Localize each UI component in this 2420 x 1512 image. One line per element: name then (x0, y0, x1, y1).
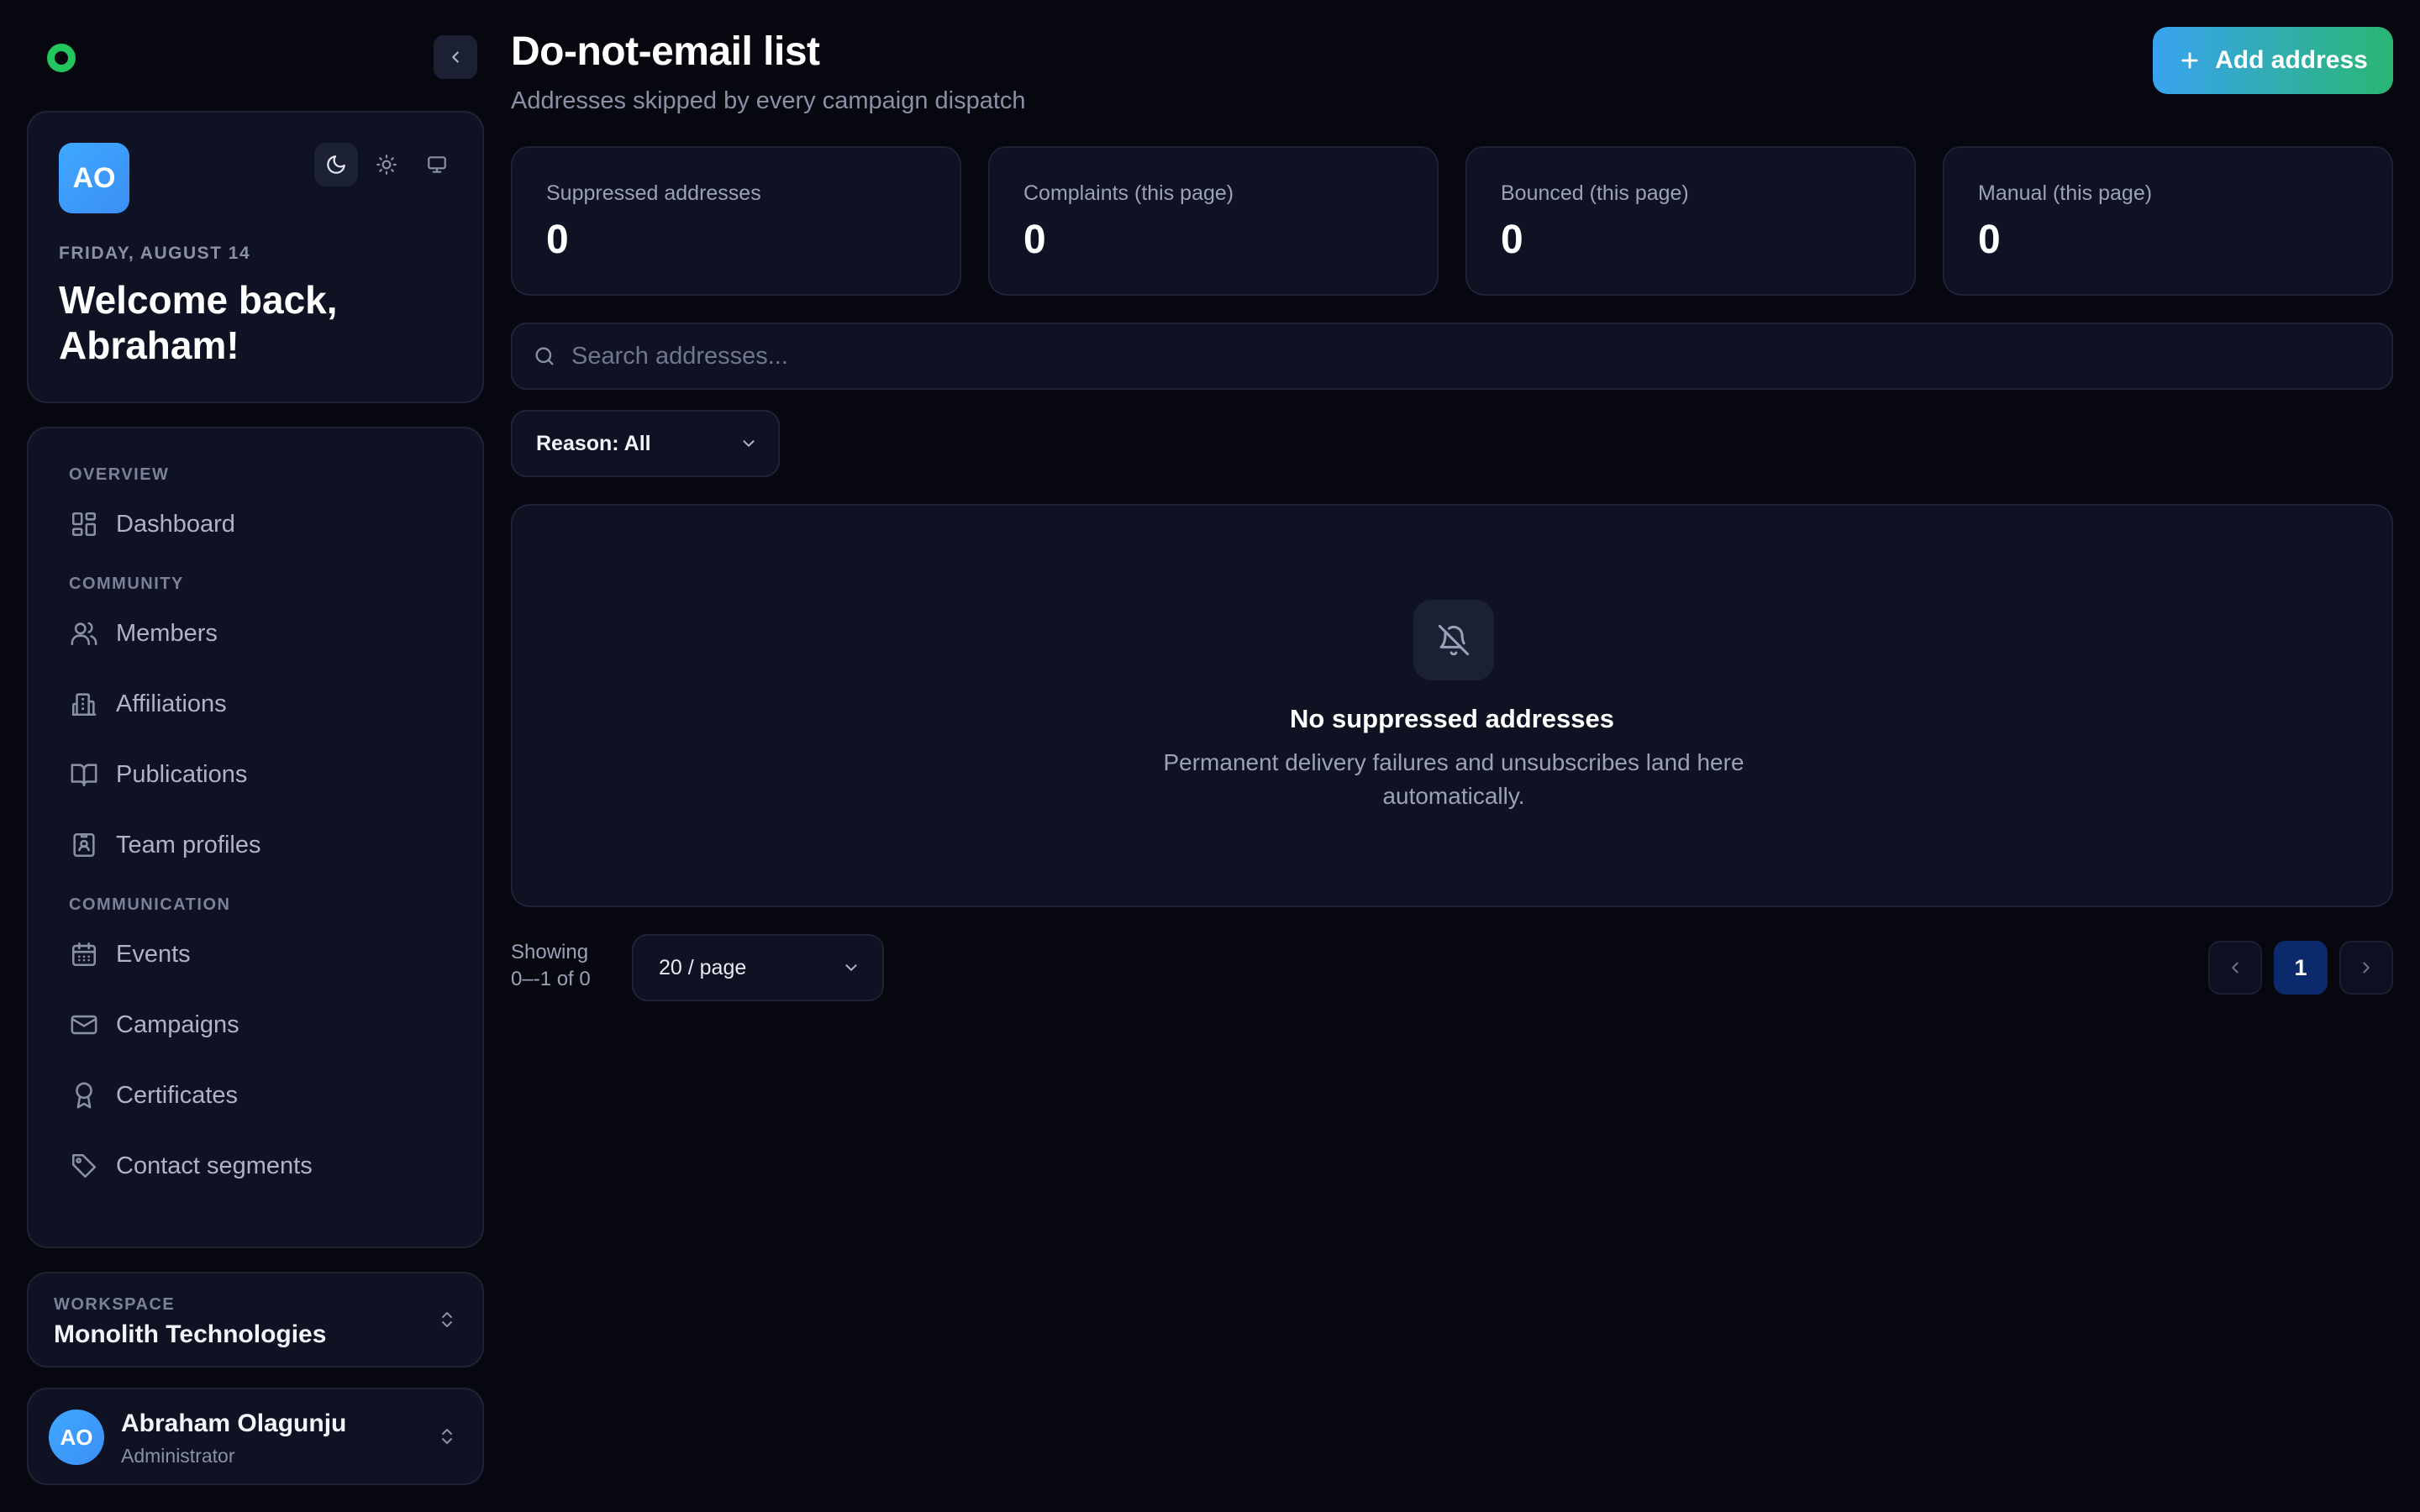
search-input[interactable] (571, 342, 2391, 370)
workspace-switcher[interactable]: WORKSPACE Monolith Technologies (27, 1272, 484, 1368)
logo-icon (47, 44, 76, 72)
nav-item-label: Affiliations (116, 690, 227, 717)
nav-item-publications[interactable]: Publications (29, 739, 482, 810)
nav-item-label: Team profiles (116, 831, 261, 858)
avatar[interactable]: AO (59, 143, 129, 213)
user-menu[interactable]: AO Abraham Olagunju Administrator (27, 1388, 484, 1485)
mail-icon (69, 1010, 99, 1040)
main-navigation: OVERVIEW Dashboard COMMUNITY Members Aff… (27, 427, 484, 1248)
stat-label: Bounced (this page) (1501, 181, 1689, 205)
current-date: FRIDAY, AUGUST 14 (59, 244, 251, 263)
nav-item-label: Dashboard (116, 510, 235, 538)
nav-item-label: Campaigns (116, 1011, 239, 1038)
showing-label: Showing (511, 941, 589, 963)
stat-label: Suppressed addresses (546, 181, 761, 205)
stat-label: Manual (this page) (1978, 181, 2153, 205)
workspace-label: WORKSPACE (54, 1295, 176, 1314)
dashboard-icon (69, 509, 99, 539)
workspace-name: Monolith Technologies (54, 1320, 327, 1348)
avatar: AO (49, 1410, 104, 1465)
previous-page-button[interactable] (2208, 941, 2262, 995)
stat-value: 0 (1978, 218, 2001, 262)
empty-state: No suppressed addresses Permanent delive… (511, 504, 2393, 907)
reason-filter-select[interactable]: Reason: All (511, 410, 780, 477)
welcome-card: AO FRIDAY, AUGUST 14 Welcome back, Abrah… (27, 111, 484, 403)
add-address-button[interactable]: Add address (2153, 27, 2393, 94)
calendar-icon (69, 939, 99, 969)
search-icon (533, 344, 556, 368)
next-page-button[interactable] (2339, 941, 2393, 995)
showing-range: 0–-1 of 0 (511, 968, 591, 990)
nav-item-campaigns[interactable]: Campaigns (29, 990, 482, 1060)
book-icon (69, 759, 99, 790)
moon-icon (327, 155, 345, 174)
pagination-summary: Showing 0–-1 of 0 (511, 939, 612, 993)
tag-icon (69, 1151, 99, 1181)
stat-card-complaints: Complaints (this page) 0 (988, 146, 1439, 296)
nav-item-certificates[interactable]: Certificates (29, 1060, 482, 1131)
chevron-down-icon (743, 440, 755, 447)
nav-item-label: Contact segments (116, 1152, 313, 1179)
welcome-heading: Welcome back, Abraham! (59, 278, 338, 367)
page-subtitle: Addresses skipped by every campaign disp… (511, 87, 1026, 114)
nav-item-label: Publications (116, 760, 248, 788)
chevron-right-icon (2363, 962, 2370, 974)
stat-value: 0 (1501, 218, 1523, 262)
building-icon (69, 689, 99, 719)
chevron-left-icon (2232, 962, 2238, 974)
award-icon (69, 1080, 99, 1110)
nav-item-label: Certificates (116, 1081, 239, 1109)
stat-card-bounced: Bounced (this page) 0 (1465, 146, 1916, 296)
page-title: Do-not-email list (511, 29, 820, 74)
empty-state-title: No suppressed addresses (1290, 704, 1614, 733)
page-size-value: 20 / page (659, 955, 747, 979)
users-icon (69, 618, 99, 648)
nav-item-team-profiles[interactable]: Team profiles (29, 810, 482, 880)
stat-value: 0 (1023, 218, 1046, 262)
page-number-button[interactable]: 1 (2274, 941, 2328, 995)
system-theme-button[interactable] (415, 143, 459, 186)
nav-section-community: COMMUNITY (69, 575, 184, 593)
nav-item-affiliations[interactable]: Affiliations (29, 669, 482, 739)
light-theme-button[interactable] (365, 143, 408, 186)
add-address-label: Add address (2215, 46, 2368, 74)
nav-section-communication: COMMUNICATION (69, 895, 231, 914)
theme-switcher (314, 143, 459, 186)
page-size-select[interactable]: 20 / page (632, 934, 884, 1001)
reason-filter-value: Reason: All (536, 431, 651, 455)
collapse-sidebar-button[interactable] (434, 35, 477, 79)
chevron-down-icon (845, 964, 857, 971)
empty-state-description: Permanent delivery failures and unsubscr… (1163, 749, 1744, 809)
nav-item-events[interactable]: Events (29, 919, 482, 990)
chevron-left-icon (452, 51, 459, 63)
main-content: Do-not-email list Addresses skipped by e… (511, 0, 2393, 1512)
user-name: Abraham Olagunju (121, 1410, 347, 1437)
chevrons-up-down-icon (442, 1312, 452, 1327)
nav-item-dashboard[interactable]: Dashboard (29, 489, 482, 559)
sidebar: AO FRIDAY, AUGUST 14 Welcome back, Abrah… (0, 0, 496, 1512)
plus-icon (2181, 52, 2198, 69)
bell-off-icon (1413, 600, 1494, 680)
chevrons-up-down-icon (442, 1429, 452, 1444)
nav-item-label: Events (116, 940, 191, 968)
nav-section-overview: OVERVIEW (69, 465, 170, 484)
stat-label: Complaints (this page) (1023, 181, 1234, 205)
stat-value: 0 (546, 218, 569, 262)
stats-row: Suppressed addresses 0 Complaints (this … (511, 146, 2393, 296)
id-badge-icon (69, 830, 99, 860)
search-bar (511, 323, 2393, 390)
pagination: 1 (2208, 941, 2393, 995)
dark-theme-button[interactable] (314, 143, 358, 186)
nav-item-members[interactable]: Members (29, 598, 482, 669)
sun-icon (376, 155, 397, 175)
stat-card-suppressed: Suppressed addresses 0 (511, 146, 961, 296)
user-role: Administrator (121, 1445, 235, 1467)
nav-item-contact-segments[interactable]: Contact segments (29, 1131, 482, 1201)
monitor-icon (428, 156, 446, 173)
nav-item-label: Members (116, 619, 218, 647)
stat-card-manual: Manual (this page) 0 (1943, 146, 2393, 296)
